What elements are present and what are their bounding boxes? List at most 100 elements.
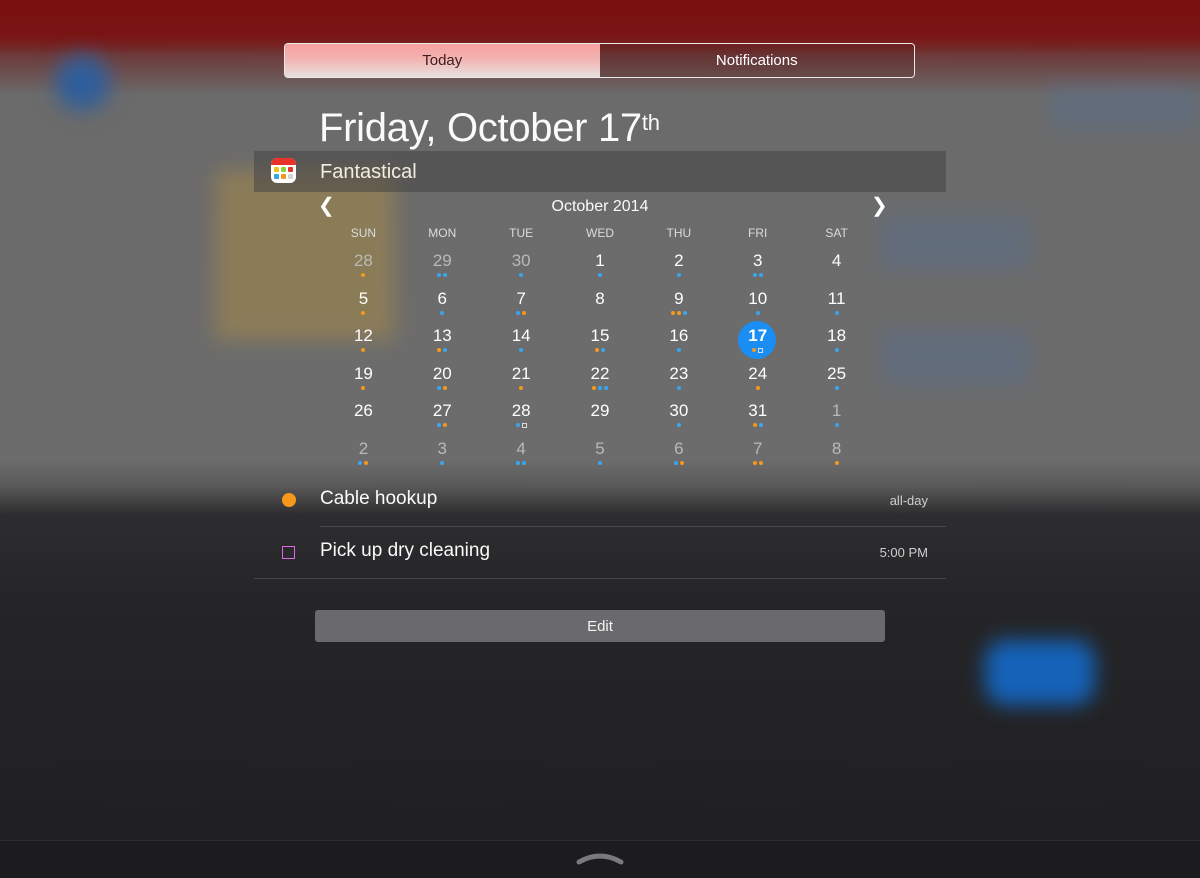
calendar-day[interactable]: 9 xyxy=(639,282,718,320)
event-dot xyxy=(440,460,445,465)
calendar-day[interactable]: 28 xyxy=(324,244,403,282)
event-dot xyxy=(361,385,366,390)
event-row[interactable]: Cable hookup all-day xyxy=(254,475,946,527)
event-dot xyxy=(676,423,681,427)
calendar-day[interactable]: 15 xyxy=(561,319,640,357)
calendar-day[interactable]: 2 xyxy=(639,244,718,282)
calendar-day[interactable]: 30 xyxy=(639,394,718,432)
calendar-day[interactable]: 1 xyxy=(561,244,640,282)
event-time: all-day xyxy=(889,493,928,508)
calendar-day[interactable]: 13 xyxy=(403,319,482,357)
calendar-day[interactable]: 14 xyxy=(482,319,561,357)
calendar-day[interactable]: 26 xyxy=(324,394,403,432)
task-indicator-icon xyxy=(521,423,527,428)
event-dot xyxy=(682,310,687,315)
calendar-day[interactable]: 8 xyxy=(797,432,876,470)
page-title: Friday, October 17th xyxy=(319,106,660,151)
calendar-day[interactable]: 5 xyxy=(324,282,403,320)
task-checkbox[interactable] xyxy=(282,546,295,559)
calendar-day[interactable]: 22 xyxy=(561,357,640,395)
event-indicators xyxy=(561,273,640,278)
event-dot xyxy=(516,460,521,465)
calendar-day-number: 3 xyxy=(752,251,763,270)
calendar-day[interactable]: 7 xyxy=(482,282,561,320)
event-dot xyxy=(443,385,448,390)
calendar-day[interactable]: 20 xyxy=(403,357,482,395)
calendar-day[interactable]: 3 xyxy=(718,244,797,282)
edit-button[interactable]: Edit xyxy=(315,610,885,642)
widget-header[interactable]: Fantastical xyxy=(254,151,946,192)
calendar-day[interactable]: 4 xyxy=(797,244,876,282)
event-dot xyxy=(676,348,681,352)
calendar-day-number: 3 xyxy=(437,438,448,458)
calendar-day[interactable]: 21 xyxy=(482,357,561,395)
calendar-day[interactable]: 27 xyxy=(403,394,482,432)
calendar-day[interactable]: 7 xyxy=(718,432,797,470)
calendar-day[interactable]: 16 xyxy=(639,319,718,357)
calendar-day-number: 24 xyxy=(748,363,768,383)
calendar-day-number: 29 xyxy=(590,401,610,420)
weekday-header: SUN MON TUE WED THU FRI SAT xyxy=(324,226,876,240)
calendar-week: 26 27 28 29 30 31 1 xyxy=(324,394,876,432)
grabber-chevron-icon[interactable] xyxy=(576,851,624,865)
event-dot xyxy=(437,348,442,352)
calendar-day[interactable]: 2 xyxy=(324,432,403,470)
event-dot xyxy=(515,423,520,427)
calendar-day-number: 6 xyxy=(674,438,684,458)
task-row[interactable]: Pick up dry cleaning 5:00 PM xyxy=(254,527,946,579)
calendar-day-number: 28 xyxy=(353,251,373,270)
calendar-day-number: 15 xyxy=(590,326,610,345)
event-dot xyxy=(758,460,763,465)
calendar-day[interactable]: 12 xyxy=(324,319,403,357)
event-dot xyxy=(834,385,839,390)
calendar-day-number: 8 xyxy=(831,438,842,458)
calendar-day[interactable]: 23 xyxy=(639,357,718,395)
calendar-day[interactable]: 11 xyxy=(797,282,876,320)
calendar-day-number: 23 xyxy=(669,363,689,383)
event-indicators xyxy=(324,460,403,466)
calendar-day[interactable]: 8 xyxy=(561,282,640,320)
event-indicators xyxy=(482,348,561,353)
calendar-day-today[interactable]: 17 xyxy=(718,319,797,359)
calendar-day[interactable]: 6 xyxy=(639,432,718,470)
calendar-day[interactable]: 25 xyxy=(797,357,876,395)
event-dot xyxy=(443,348,448,352)
calendar-day[interactable]: 6 xyxy=(403,282,482,320)
event-indicators xyxy=(639,423,718,428)
calendar-day[interactable]: 24 xyxy=(718,357,797,395)
weekday-label: THU xyxy=(666,226,692,240)
calendar-day[interactable]: 1 xyxy=(797,394,876,432)
calendar-day-number: 18 xyxy=(827,326,847,345)
event-dot xyxy=(522,310,527,315)
calendar-day[interactable]: 3 xyxy=(403,432,482,470)
background-blur xyxy=(55,55,110,110)
event-title: Cable hookup xyxy=(320,488,438,509)
calendar-day[interactable]: 29 xyxy=(561,394,640,432)
date-heading-text: Friday, October 17 xyxy=(319,106,642,150)
calendar-day[interactable]: 19 xyxy=(324,357,403,395)
tab-notifications[interactable]: Notifications xyxy=(599,44,914,77)
event-dot xyxy=(752,423,757,427)
event-dot xyxy=(519,348,524,352)
calendar-day[interactable]: 28 xyxy=(482,394,561,432)
event-indicators xyxy=(324,385,403,391)
calendar-day[interactable]: 30 xyxy=(482,244,561,282)
calendar-day[interactable]: 18 xyxy=(797,319,876,357)
calendar-day-number: 29 xyxy=(432,251,452,270)
chevron-left-icon[interactable]: ❮ xyxy=(318,196,335,216)
divider xyxy=(254,578,946,579)
calendar-day-number: 30 xyxy=(669,401,689,420)
calendar-day[interactable]: 31 xyxy=(718,394,797,432)
calendar-day[interactable]: 10 xyxy=(718,282,797,320)
chevron-right-icon[interactable]: ❯ xyxy=(871,196,888,216)
event-indicators xyxy=(324,310,403,316)
event-dot xyxy=(361,348,366,352)
calendar-day[interactable]: 29 xyxy=(403,244,482,282)
calendar-day-number: 26 xyxy=(353,401,373,420)
tab-today[interactable]: Today xyxy=(285,44,600,77)
calendar-day[interactable]: 4 xyxy=(482,432,561,470)
calendar-day-number: 21 xyxy=(511,363,531,383)
event-indicators xyxy=(403,423,482,428)
calendar-day[interactable]: 5 xyxy=(561,432,640,470)
event-dot xyxy=(440,310,445,315)
